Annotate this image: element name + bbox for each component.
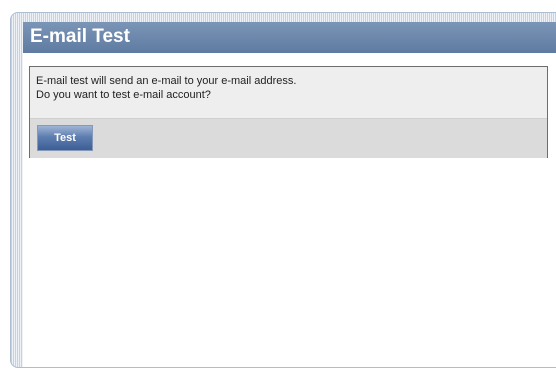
message-text: E-mail test will send an e-mail to your … <box>36 74 296 102</box>
email-test-panel: E-mail test will send an e-mail to your … <box>29 66 548 158</box>
content-area: E-mail Test E-mail test will send an e-m… <box>23 22 556 367</box>
page-title: E-mail Test <box>30 26 130 47</box>
button-bar: Test <box>30 118 547 158</box>
message-line-1: E-mail test will send an e-mail to your … <box>36 75 297 87</box>
message-line-2: Do you want to test e-mail account? <box>36 89 211 101</box>
test-button[interactable]: Test <box>37 125 93 151</box>
header-bar: E-mail Test <box>23 22 556 53</box>
